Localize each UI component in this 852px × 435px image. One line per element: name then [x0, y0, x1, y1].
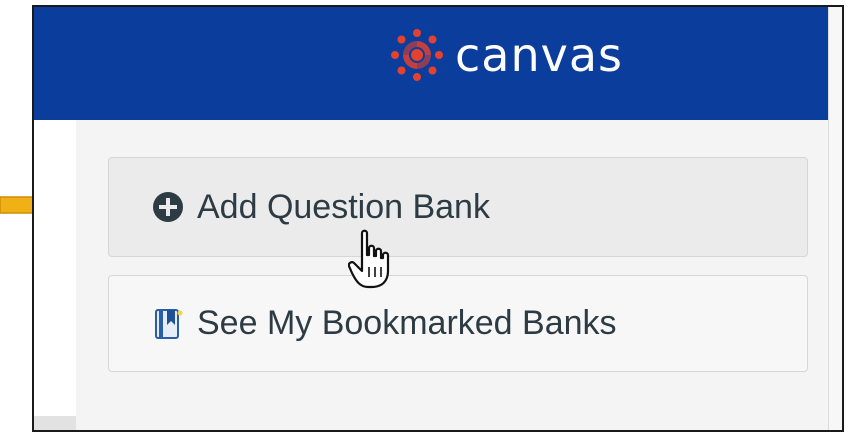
content-bottom-edge [34, 416, 76, 430]
hand-pointer-cursor-icon [348, 229, 390, 289]
question-banks-sidebar: Add Question Bank See My Bookmarked Bank… [34, 120, 828, 430]
plus-circle-icon [153, 192, 183, 222]
see-bookmarked-banks-label: See My Bookmarked Banks [197, 304, 617, 342]
canvas-brand[interactable]: canvas [391, 29, 623, 81]
content-left-edge [34, 120, 76, 430]
add-question-bank-label: Add Question Bank [197, 187, 490, 226]
canvas-brand-name: canvas [455, 28, 624, 82]
canvas-window: canvas Add Question Bank See My Bookmark… [32, 5, 844, 432]
bookmark-book-icon [155, 308, 183, 339]
canvas-logo-icon [391, 29, 443, 81]
add-question-bank-button[interactable]: Add Question Bank [108, 157, 808, 257]
screenshot-stage: canvas Add Question Bank See My Bookmark… [0, 0, 852, 435]
see-bookmarked-banks-button[interactable]: See My Bookmarked Banks [108, 275, 808, 372]
side-scroll-strip [828, 7, 842, 430]
canvas-header: canvas [34, 7, 828, 120]
